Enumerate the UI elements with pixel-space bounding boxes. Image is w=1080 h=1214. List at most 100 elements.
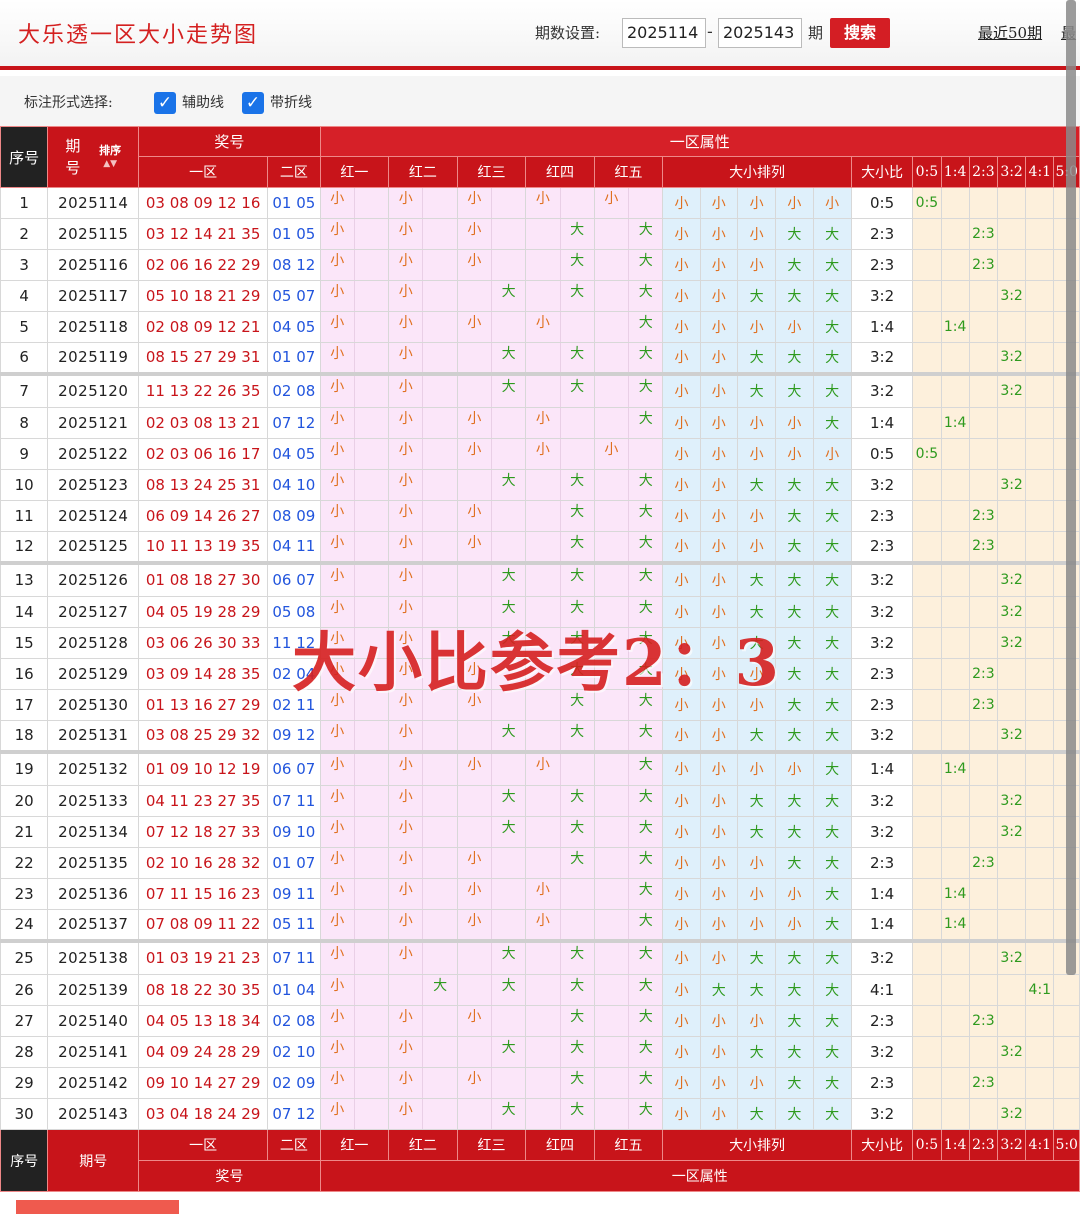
row-red-3-empty [490,1006,525,1036]
row-arrangement-2: 小 [699,689,738,721]
row-arrangement-1: 小 [662,249,701,281]
table-row: 10 2025123 08 13 24 25 31 04 10 小小大大大小小大大大 3:… [0,469,1080,501]
row-red-2: 小 [388,658,458,690]
row-front-numbers: 08 15 27 29 31 [138,342,269,374]
row-arrangement-5: 大 [812,1005,852,1037]
row-red-1-empty [353,1006,388,1036]
row-red-4-value: 大 [559,628,594,658]
aux-line-checkbox[interactable]: ✓ [154,92,176,114]
row-red-2-value: 小 [398,378,413,395]
row-red-1-value: 小 [330,191,345,207]
foot-dist-3: 3:2 [996,1129,1027,1161]
row-red-3: 小 [456,689,527,721]
row-red-2: 小 [388,1005,458,1037]
sub-dist-2: 2:3 [968,156,998,188]
row-arrangement-4: 大 [775,280,814,312]
row-dist-0 [912,938,942,975]
row-red-3-value: 小 [467,411,482,427]
row-red-4-empty [527,533,560,561]
row-ratio: 1:4 [850,909,914,941]
foot-red-4: 红四 [525,1129,595,1161]
row-issue: 2025118 [47,311,140,343]
period-from-input[interactable]: 2025114 [622,18,706,48]
row-red-3-empty [458,722,491,750]
row-arrangement-1: 小 [662,342,701,374]
row-dist-3 [996,878,1027,910]
row-arrangement-3: 大 [736,280,777,312]
row-red-2-empty [422,281,456,311]
row-red-2-value: 小 [398,693,413,709]
row-red-4-value: 小 [535,756,550,773]
row-red-1-value: 小 [330,253,345,269]
row-red-5-value: 大 [628,628,662,658]
row-red-1-empty [353,188,388,218]
row-red-5-empty [595,567,628,596]
row-arrangement-1: 小 [662,974,701,1006]
sort-arrows-icon[interactable]: ▲▼ [103,159,117,169]
sub-red-5: 红五 [593,156,664,188]
row-seq: 30 [0,1098,49,1130]
row-red-5-value: 大 [628,975,662,1005]
row-ratio: 2:3 [850,531,914,563]
col-issue[interactable]: 期 号 排序 ▲▼ [47,126,140,188]
row-red-4-value: 大 [559,721,594,750]
row-red-5: 大 [593,531,664,563]
row-dist-1 [940,596,970,628]
row-red-4: 大 [525,1067,595,1099]
row-red-1: 小 [319,469,390,501]
row-red-2: 小 [388,689,458,721]
row-red-4: 大 [525,627,595,659]
row-dist-0 [912,847,942,879]
sort-label[interactable]: 排序 [99,144,121,157]
row-red-4-value: 大 [559,659,594,689]
row-dist-0 [912,280,942,312]
vertical-scrollbar[interactable] [1066,0,1076,975]
period-to-input[interactable]: 2025143 [718,18,802,48]
search-button[interactable]: 搜索 [830,18,890,48]
row-red-1: 小 [319,218,390,250]
row-red-5-value: 大 [628,312,662,342]
row-arrangement-4: 小 [775,311,814,343]
row-seq: 15 [0,627,49,659]
row-arrangement-4: 大 [775,816,814,848]
row-arrangement-3: 小 [736,218,777,250]
row-red-2-empty [422,188,456,218]
row-dist-4 [1025,878,1055,910]
row-red-1-empty [353,343,388,372]
row-red-4-empty [527,849,560,878]
sub-back: 二区 [267,156,321,188]
bottom-button-edge[interactable] [16,1200,179,1214]
row-red-1: 小 [319,500,390,532]
row-red-1-empty [353,786,388,816]
row-red-3: 小 [456,878,527,910]
row-red-1-value: 小 [330,284,345,300]
row-back-numbers: 08 09 [267,500,321,532]
row-arrangement-2: 小 [699,438,738,470]
row-red-3: 大 [456,371,527,408]
row-arrangement-2: 小 [699,342,738,374]
row-red-4-value: 大 [559,817,594,847]
row-dist-4 [1025,407,1055,439]
row-arrangement-1: 小 [662,749,701,786]
row-red-1-value: 小 [330,378,345,395]
trend-rows: 1 2025114 03 08 09 12 16 01 05 小小小小小小小小小小 0:5… [0,187,1080,1130]
row-back-numbers: 02 09 [267,1067,321,1099]
row-red-4-empty [527,1069,560,1098]
line-chart-checkbox[interactable]: ✓ [242,92,264,114]
row-arrangement-3: 小 [736,1005,777,1037]
aux-line-label: 辅助线 [182,95,224,111]
row-front-numbers: 02 03 06 16 17 [138,438,269,470]
row-arrangement-1: 小 [662,785,701,817]
row-dist-4 [1025,371,1055,408]
recent-50-link[interactable]: 最近50期 [978,22,1042,43]
row-dist-1 [940,974,970,1006]
row-dist-5 [1053,1036,1080,1068]
row-arrangement-5: 大 [812,560,852,597]
row-red-5-empty [595,787,628,816]
row-arrangement-2: 小 [699,878,738,910]
row-arrangement-5: 大 [812,311,852,343]
row-red-2: 小 [388,720,458,752]
row-arrangement-2: 小 [699,280,738,312]
table-row: 4 2025117 05 10 18 21 29 05 07 小小大大大小小大大大 3:2… [0,280,1080,312]
row-red-5: 大 [593,909,664,941]
